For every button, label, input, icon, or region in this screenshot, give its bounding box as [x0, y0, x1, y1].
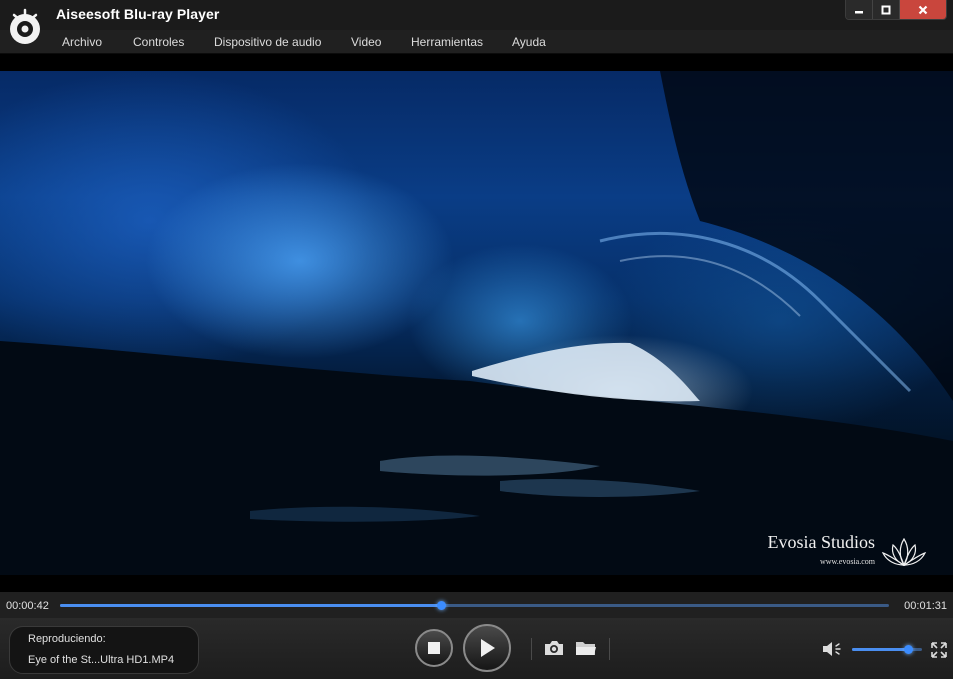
play-icon	[481, 639, 495, 657]
seek-bar-handle[interactable]	[437, 601, 447, 610]
camera-icon	[545, 641, 563, 655]
minimize-button[interactable]	[846, 0, 873, 19]
menu-archivo[interactable]: Archivo	[62, 35, 102, 49]
volume-slider-fill	[852, 648, 908, 651]
volume-icon[interactable]	[821, 640, 845, 658]
separator	[531, 638, 532, 660]
total-time: 00:01:31	[904, 600, 947, 612]
app-logo-icon	[10, 8, 40, 44]
now-playing-label: Reproduciendo:	[28, 633, 106, 645]
volume-slider-handle[interactable]	[904, 645, 913, 654]
video-scene	[0, 71, 953, 575]
menu-bar: Archivo Controles Dispositivo de audio V…	[0, 30, 953, 54]
seek-bar[interactable]	[60, 601, 889, 610]
menu-herramientas[interactable]: Herramientas	[411, 35, 483, 49]
menu-ayuda[interactable]: Ayuda	[512, 35, 546, 49]
title-bar: Aiseesoft Blu-ray Player	[0, 0, 953, 44]
video-area[interactable]: Evosia Studios www.evosia.com	[0, 54, 953, 592]
separator	[609, 638, 610, 660]
maximize-icon	[881, 5, 891, 15]
stop-icon	[428, 642, 440, 654]
close-icon	[918, 5, 928, 15]
window-controls	[845, 0, 947, 20]
open-folder-button[interactable]	[575, 638, 597, 658]
seek-bar-fill	[60, 604, 442, 607]
video-frame[interactable]: Evosia Studios www.evosia.com	[0, 71, 953, 575]
folder-icon	[576, 642, 596, 655]
watermark-title: Evosia Studios	[767, 532, 875, 552]
current-time: 00:00:42	[6, 600, 49, 612]
menu-dispositivo-de-audio[interactable]: Dispositivo de audio	[214, 35, 321, 49]
volume-slider[interactable]	[852, 645, 922, 654]
window-title: Aiseesoft Blu-ray Player	[56, 6, 220, 22]
now-playing-file: Eye of the St...Ultra HD1.MP4	[28, 654, 175, 666]
snapshot-button[interactable]	[543, 638, 565, 658]
control-bar: Reproduciendo: Eye of the St...Ultra HD1…	[0, 618, 953, 679]
menu-controles[interactable]: Controles	[133, 35, 184, 49]
watermark-url: www.evosia.com	[819, 557, 875, 566]
maximize-button[interactable]	[873, 0, 900, 19]
menu-video[interactable]: Video	[351, 35, 381, 49]
close-button[interactable]	[900, 0, 946, 19]
now-playing-panel: Reproduciendo: Eye of the St...Ultra HD1…	[9, 626, 199, 674]
progress-row: 00:00:42 00:01:31	[0, 592, 953, 618]
stop-button[interactable]	[415, 629, 453, 667]
minimize-icon	[855, 11, 863, 14]
lotus-icon	[881, 537, 927, 567]
play-button[interactable]	[463, 624, 511, 672]
fullscreen-icon[interactable]	[930, 641, 948, 659]
